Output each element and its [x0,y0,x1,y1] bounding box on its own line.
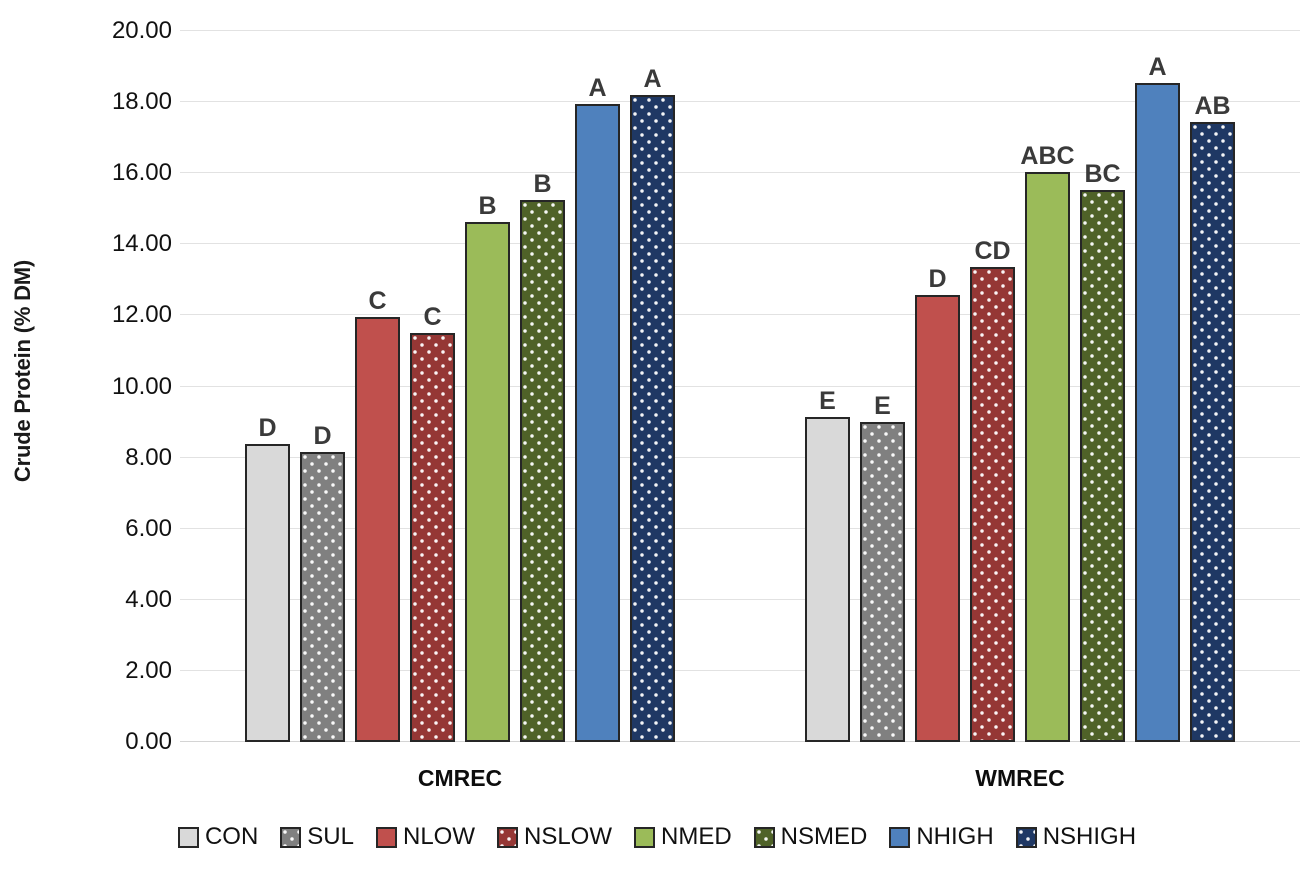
bar-significance-letter: C [368,287,387,316]
legend-label: NMED [661,823,732,850]
y-axis-tick-label: 12.00 [111,301,172,329]
bar-cmrec-nlow[interactable]: C [355,289,400,742]
y-axis-tick-label: 20.00 [111,17,172,44]
y-axis-title: Crude Protein (% DM) [4,0,42,742]
legend-swatch-nhigh [889,826,911,848]
bar-significance-letter: AB [1194,91,1231,120]
legend-label: NSHIGH [1042,823,1137,850]
bar-cmrec-nsmed[interactable]: B [520,171,565,742]
legend-swatch-nslow [496,826,518,848]
bar-significance-letter: BC [1084,159,1121,188]
x-axis-label-wmrec: WMREC [975,765,1065,791]
bar-significance-letter: CD [974,237,1011,266]
plot-area: D D C C B B A A E E D CD ABC BC A AB [180,30,1300,742]
bar-significance-letter: D [928,264,947,293]
legend-swatch-nlow [375,826,397,848]
bar-cmrec-nslow[interactable]: C [410,305,455,742]
bar-significance-letter: B [533,169,552,198]
bar-cmrec-nshigh[interactable]: A [630,66,675,742]
y-axis-tick-label: 6.00 [125,514,172,542]
y-axis-title-text: Crude Protein (% DM) [10,259,35,483]
bar-significance-letter: A [588,73,607,102]
legend-label: NHIGH [916,823,994,850]
legend-item-sul[interactable]: SUL [280,825,354,849]
bar-significance-letter: A [1148,52,1167,81]
bar-wmrec-nshigh[interactable]: AB [1190,93,1235,742]
bar-cmrec-nhigh[interactable]: A [575,75,620,742]
bar-cmrec-nmed[interactable]: B [465,194,510,742]
y-axis-tick-label: 4.00 [125,585,172,613]
legend-item-nmed[interactable]: NMED [634,825,732,849]
legend-label: CON [204,823,259,850]
x-axis-label-cmrec: CMREC [417,765,503,791]
legend-item-con[interactable]: CON [177,823,259,850]
y-axis-tick-label: 14.00 [111,230,172,258]
legend-label: NSMED [780,823,868,850]
legend-swatch-nshigh [1015,826,1037,848]
bar-wmrec-nsmed[interactable]: BC [1080,161,1125,742]
bar-chart: Crude Protein (% DM) 20.00 18.00 16.00 14.0… [0,0,1314,888]
bar-group-cmrec: D D C C B B A A [180,31,740,742]
bar-significance-letter: E [819,386,836,415]
bar-significance-letter: B [478,192,497,221]
bar-wmrec-sul[interactable]: E [860,394,905,742]
y-axis-tick-label: 16.00 [111,159,172,187]
legend-swatch-sul [280,826,302,848]
y-axis-tick-label: 8.00 [125,443,172,471]
bar-significance-letter: C [423,303,442,332]
bar-significance-letter: E [874,392,891,421]
bar-significance-letter: D [258,414,277,443]
bar-significance-letter: A [643,64,662,93]
bar-wmrec-nlow[interactable]: D [915,266,960,742]
bar-group-wmrec: E E D CD ABC BC A AB [740,31,1300,742]
y-axis-tick-label: 2.00 [125,656,172,684]
legend-label: SUL [307,823,354,850]
legend-item-nsmed[interactable]: NSMED [753,823,868,850]
legend-item-nshigh[interactable]: NSHIGH [1015,823,1137,850]
legend-swatch-nmed [634,826,655,848]
legend-label: NSLOW [523,823,612,850]
bar-wmrec-nmed[interactable]: ABC [1020,143,1075,742]
legend-swatch-con [177,826,199,848]
y-axis-tick-label: 10.00 [111,372,172,400]
bar-wmrec-con[interactable]: E [805,388,850,742]
bar-wmrec-nslow[interactable]: CD [970,239,1015,742]
y-axis-tick-labels: 20.00 18.00 16.00 14.00 12.00 10.00 8.00 6.00 4.… [42,17,172,755]
bar-wmrec-nhigh[interactable]: A [1135,54,1180,742]
legend-item-nslow[interactable]: NSLOW [496,823,612,850]
y-axis-tick-label: 18.00 [111,88,172,116]
chart-legend: CON SUL NLOW NSLOW NMED NSMED NHIGH NSHIGH [0,825,1314,849]
bar-significance-letter: D [313,421,332,450]
legend-swatch-nsmed [753,826,775,848]
bar-cmrec-sul[interactable]: D [300,423,345,742]
legend-label: NLOW [402,823,475,850]
legend-item-nlow[interactable]: NLOW [375,823,475,850]
y-axis-tick-label: 0.00 [125,728,172,755]
legend-item-nhigh[interactable]: NHIGH [889,823,994,850]
bar-significance-letter: ABC [1020,141,1075,170]
bar-cmrec-con[interactable]: D [245,416,290,742]
